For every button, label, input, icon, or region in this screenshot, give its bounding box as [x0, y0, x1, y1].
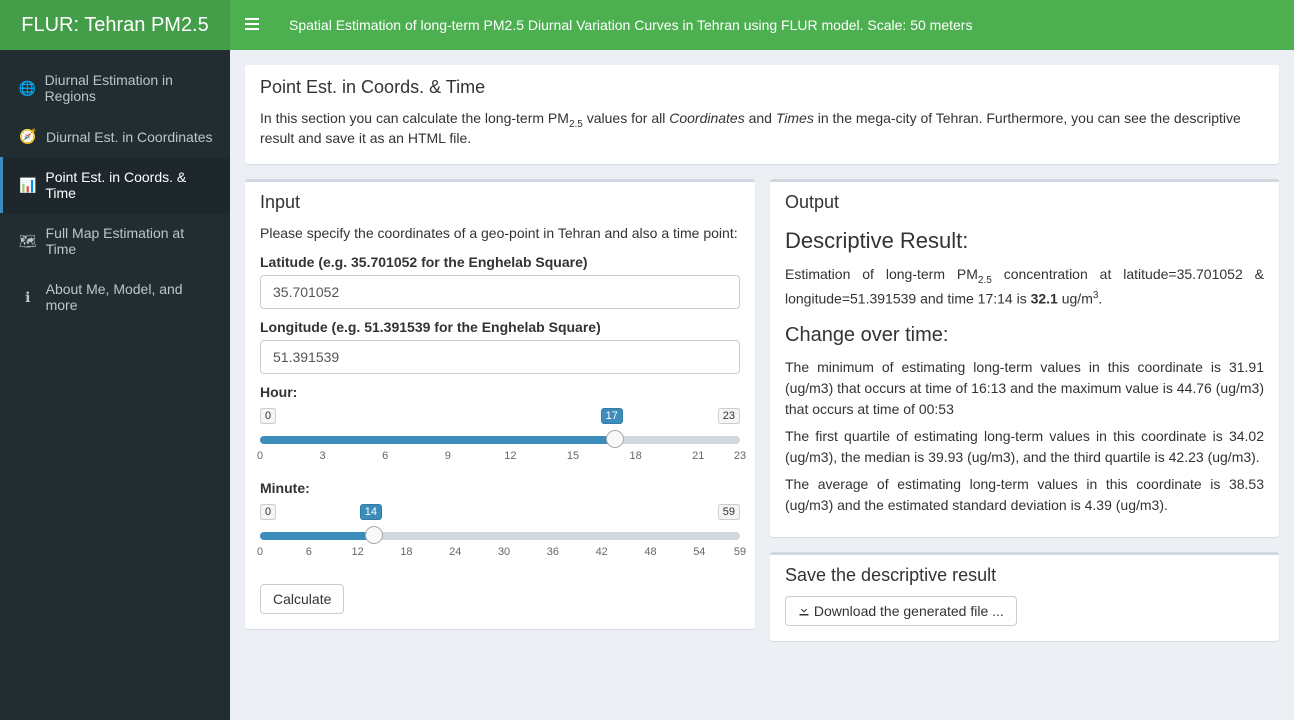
lat-input[interactable]: [260, 275, 740, 309]
sidebar-item-label: About Me, Model, and more: [46, 281, 215, 313]
sidebar-item-label: Point Est. in Coords. & Time: [45, 169, 215, 201]
globe-icon: 🌐: [18, 80, 37, 97]
minute-min-badge: 0: [260, 504, 276, 520]
hour-min-badge: 0: [260, 408, 276, 424]
input-box: Input Please specify the coordinates of …: [245, 179, 755, 629]
input-title: Input: [260, 192, 740, 213]
hour-value-badge: 17: [601, 408, 623, 424]
cot-minmax: The minimum of estimating long-term valu…: [785, 357, 1264, 420]
sidebar-item-diurnal-regions[interactable]: 🌐 Diurnal Estimation in Regions: [0, 60, 230, 116]
hamburger-icon[interactable]: [245, 17, 259, 34]
info-icon: ℹ: [18, 289, 38, 306]
intro-title: Point Est. in Coords. & Time: [260, 77, 1264, 98]
cot-avg: The average of estimating long-term valu…: [785, 474, 1264, 516]
sidebar-item-label: Diurnal Est. in Coordinates: [46, 129, 213, 145]
hour-label: Hour:: [260, 384, 740, 400]
calculate-button[interactable]: Calculate: [260, 584, 344, 614]
lon-label: Longitude (e.g. 51.391539 for the Enghel…: [260, 319, 740, 335]
download-button[interactable]: Download the generated file ...: [785, 596, 1017, 626]
download-label: Download the generated file ...: [814, 603, 1004, 619]
input-prompt: Please specify the coordinates of a geo-…: [260, 223, 740, 244]
cot-quartiles: The first quartile of estimating long-te…: [785, 426, 1264, 468]
intro-box: Point Est. in Coords. & Time In this sec…: [245, 65, 1279, 164]
descriptive-result-heading: Descriptive Result:: [785, 228, 1264, 254]
sidebar-item-label: Diurnal Estimation in Regions: [45, 72, 215, 104]
minute-max-badge: 59: [718, 504, 740, 520]
output-title: Output: [785, 192, 1264, 213]
header-title: Spatial Estimation of long-term PM2.5 Di…: [289, 17, 972, 33]
sidebar-item-about[interactable]: ℹ About Me, Model, and more: [0, 269, 230, 325]
sidebar-item-point-est[interactable]: 📊 Point Est. in Coords. & Time: [0, 157, 230, 213]
app-logo: FLUR: Tehran PM2.5: [0, 0, 230, 50]
output-box: Output Descriptive Result: Estimation of…: [770, 179, 1279, 537]
sidebar-item-full-map[interactable]: 🗺 Full Map Estimation at Time: [0, 213, 230, 269]
descriptive-result-text: Estimation of long-term PM2.5 concentrat…: [785, 264, 1264, 309]
map-icon: 🗺: [18, 233, 38, 250]
lon-input[interactable]: [260, 340, 740, 374]
lat-label: Latitude (e.g. 35.701052 for the Enghela…: [260, 254, 740, 270]
hour-slider[interactable]: [260, 428, 740, 448]
minute-slider[interactable]: [260, 524, 740, 544]
change-over-time-heading: Change over time:: [785, 324, 1264, 347]
compass-icon: 🧭: [18, 128, 38, 145]
save-title: Save the descriptive result: [785, 565, 1264, 586]
intro-text: In this section you can calculate the lo…: [260, 110, 1264, 146]
minute-label: Minute:: [260, 480, 740, 496]
hour-max-badge: 23: [718, 408, 740, 424]
download-icon: [798, 603, 814, 619]
dashboard-icon: 📊: [18, 177, 37, 194]
save-box: Save the descriptive result Download the…: [770, 552, 1279, 641]
sidebar-item-diurnal-coords[interactable]: 🧭 Diurnal Est. in Coordinates: [0, 116, 230, 157]
minute-value-badge: 14: [360, 504, 382, 520]
sidebar-item-label: Full Map Estimation at Time: [46, 225, 215, 257]
